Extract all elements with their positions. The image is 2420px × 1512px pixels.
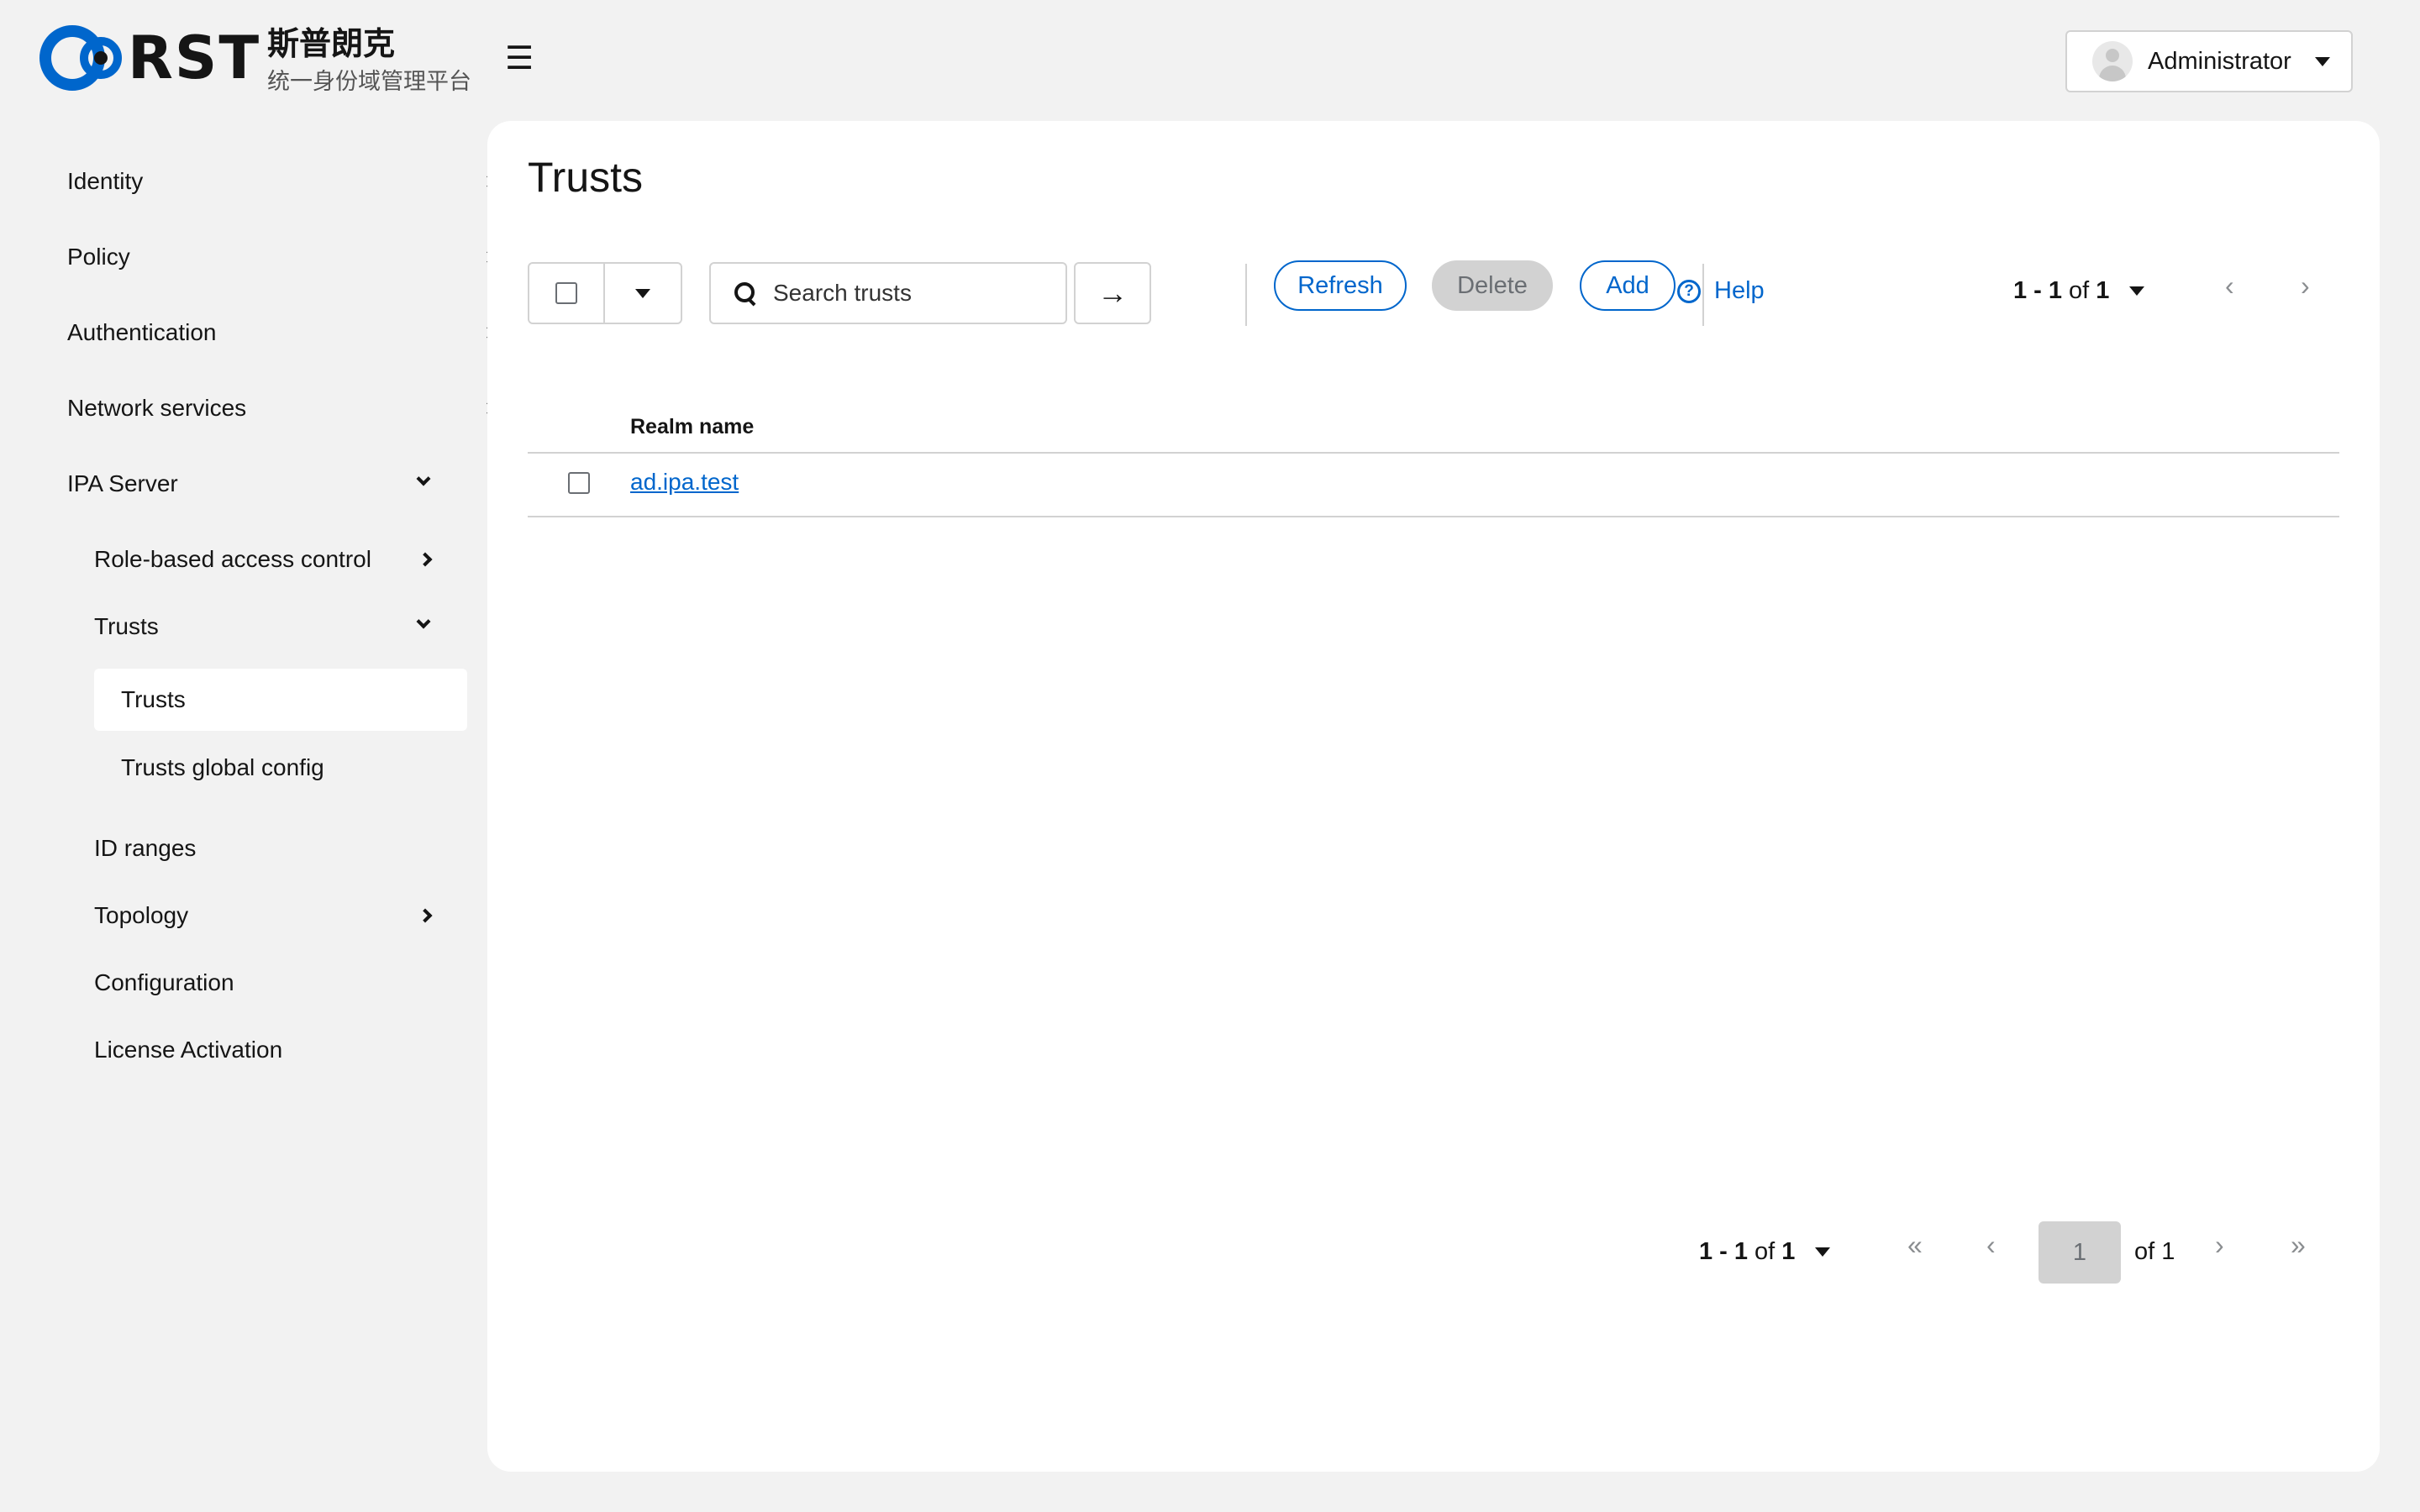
brand-cn-title: 斯普朗克: [267, 25, 396, 62]
pager-total: 1: [2096, 277, 2110, 304]
sidebar-item-trusts-group[interactable]: Trusts: [94, 610, 440, 643]
hamburger-icon[interactable]: ☰: [502, 42, 536, 76]
arrow-right-icon: →: [1097, 276, 1128, 310]
avatar: [2092, 41, 2133, 81]
search-submit-button[interactable]: →: [1074, 262, 1151, 324]
sidebar-item-label: Topology: [94, 902, 189, 928]
sidebar-item-label: IPA Server: [67, 470, 178, 496]
sidebar-item-label: Network services: [67, 395, 247, 421]
caret-down-icon: [635, 288, 650, 298]
logo-text: RST: [128, 24, 261, 92]
sidebar-item-topology[interactable]: Topology: [94, 899, 440, 932]
pager-of: of: [1754, 1238, 1776, 1265]
current-page-input[interactable]: 1: [2039, 1221, 2121, 1284]
help-link[interactable]: ? Help: [1677, 277, 1765, 305]
page-title: Trusts: [528, 154, 644, 201]
bulk-select-toggle[interactable]: [605, 264, 681, 323]
sidebar-item-network-services[interactable]: Network services: [67, 391, 497, 425]
pager-range: 1 - 1: [1699, 1238, 1749, 1265]
prev-page-icon[interactable]: ‹: [1986, 1230, 1996, 1261]
last-page-icon[interactable]: »: [2291, 1230, 2306, 1261]
chevron-down-icon: [416, 471, 431, 486]
sidebar-item-identity[interactable]: Identity: [67, 165, 497, 198]
sidebar-item-label: Trusts: [121, 686, 186, 712]
brand-cn-block: 斯普朗克 统一身份域管理平台: [267, 25, 471, 99]
pager-of: of: [2069, 277, 2090, 304]
sidebar-item-trusts-global-config[interactable]: Trusts global config: [121, 751, 440, 785]
search-icon: [734, 282, 756, 304]
prev-page-icon[interactable]: ‹: [2225, 270, 2234, 302]
next-page-icon[interactable]: ›: [2301, 270, 2310, 302]
sidebar-item-license-activation[interactable]: License Activation: [94, 1033, 440, 1067]
next-page-icon[interactable]: ›: [2215, 1230, 2224, 1261]
sidebar-item-policy[interactable]: Policy: [67, 240, 497, 274]
page-of-total: of 1: [2134, 1238, 2175, 1265]
chevron-right-icon: [418, 908, 433, 923]
sidebar-item-label: Identity: [67, 168, 144, 194]
pager-range: 1 - 1: [2013, 277, 2063, 304]
sidebar-item-ipa-server[interactable]: IPA Server: [67, 467, 440, 501]
toolbar-divider: [1245, 264, 1247, 326]
chevron-right-icon: [418, 552, 433, 567]
sidebar-item-label: License Activation: [94, 1037, 283, 1063]
select-all-checkbox[interactable]: [529, 264, 605, 323]
sidebar-item-label: Configuration: [94, 969, 234, 995]
row-checkbox[interactable]: [568, 472, 590, 498]
user-name: Administrator: [2148, 47, 2291, 75]
table-header-divider: [528, 452, 2339, 454]
checkbox-icon: [555, 282, 577, 304]
sidebar-item-trusts[interactable]: Trusts: [94, 669, 467, 731]
pager-top-toggle[interactable]: 1 - 1 of 1: [2013, 277, 2145, 305]
sidebar-item-label: Trusts global config: [121, 754, 324, 780]
brand-logo: RST: [39, 22, 260, 94]
caret-down-icon: [1815, 1247, 1831, 1257]
realm-name-link[interactable]: ad.ipa.test: [630, 469, 739, 496]
pager-total: 1: [1781, 1238, 1796, 1265]
refresh-button[interactable]: Refresh: [1274, 260, 1407, 311]
sidebar-item-label: Policy: [67, 244, 130, 270]
sidebar-item-label: Trusts: [94, 613, 159, 639]
bulk-select: [528, 262, 682, 324]
question-circle-icon: ?: [1677, 279, 1701, 303]
caret-down-icon: [2314, 56, 2330, 66]
sidebar-item-id-ranges[interactable]: ID ranges: [94, 832, 440, 865]
main-card: Trusts → Refresh Delete Add ? Help 1 - 1…: [487, 121, 2380, 1472]
add-button[interactable]: Add: [1580, 260, 1676, 311]
chevron-down-icon: [416, 614, 431, 629]
sidebar-item-label: Role-based access control: [94, 546, 371, 572]
first-page-icon[interactable]: «: [1907, 1230, 1923, 1261]
column-header-realm-name[interactable]: Realm name: [630, 415, 754, 439]
table-row-divider: [528, 516, 2339, 517]
pager-bottom-toggle[interactable]: 1 - 1 of 1: [1699, 1238, 1831, 1266]
caret-down-icon: [2129, 286, 2145, 296]
checkbox-icon: [568, 472, 590, 494]
delete-button[interactable]: Delete: [1432, 260, 1553, 311]
logo-mark-icon: [39, 22, 131, 94]
help-label: Help: [1714, 277, 1765, 304]
search-input[interactable]: [773, 280, 1059, 307]
search-box: [709, 262, 1067, 324]
sidebar-item-authentication[interactable]: Authentication: [67, 316, 497, 349]
sidebar-item-label: Authentication: [67, 319, 217, 345]
user-menu-button[interactable]: Administrator: [2065, 30, 2353, 92]
brand-cn-subtitle: 统一身份域管理平台: [267, 69, 471, 95]
sidebar-item-label: ID ranges: [94, 835, 197, 861]
sidebar-item-configuration[interactable]: Configuration: [94, 966, 440, 1000]
sidebar-item-rbac[interactable]: Role-based access control: [94, 543, 440, 576]
